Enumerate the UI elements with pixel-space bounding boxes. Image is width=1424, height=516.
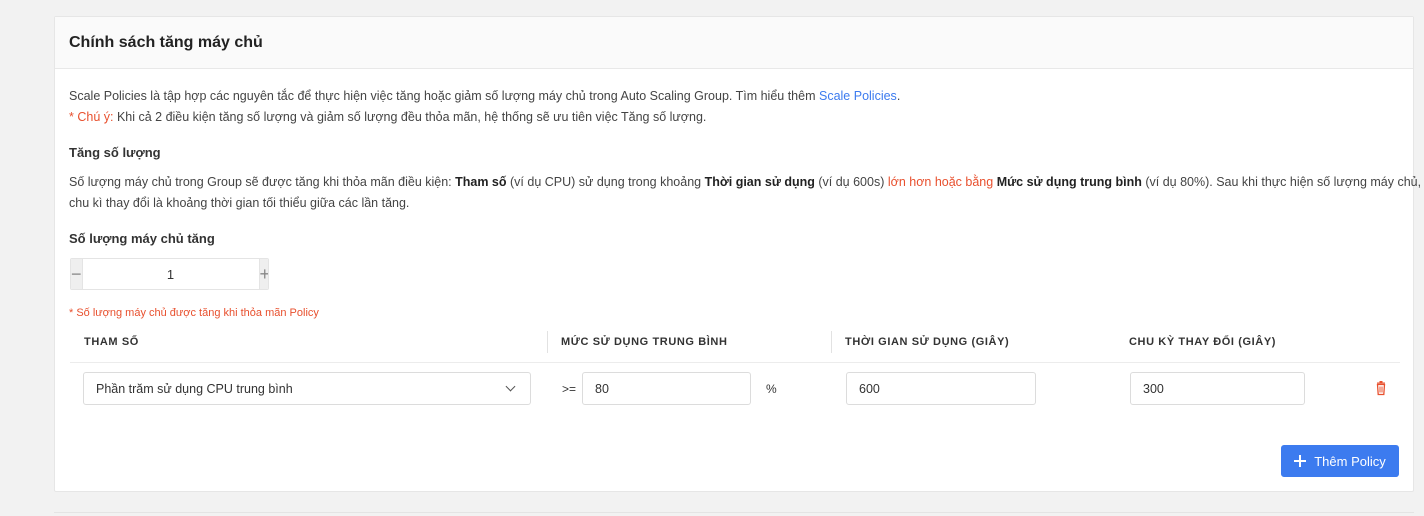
plus-icon	[1294, 455, 1307, 467]
operator-label: >=	[562, 382, 577, 396]
increment-button[interactable]: +	[259, 259, 268, 289]
increase-title: Tăng số lượng	[69, 145, 161, 160]
table-header-divider	[70, 362, 1400, 363]
trash-icon[interactable]	[1373, 380, 1389, 396]
quantity-note: * Số lượng máy chủ được tăng khi thỏa mã…	[69, 307, 319, 319]
scale-policy-card: Chính sách tăng máy chủ Scale Policies l…	[54, 16, 1421, 492]
card-title: Chính sách tăng máy chủ	[69, 33, 263, 51]
header-avg-usage: MỨC SỬ DỤNG TRUNG BÌNH	[561, 336, 728, 348]
avg-usage-input[interactable]	[582, 372, 751, 405]
decrement-button[interactable]: −	[71, 259, 82, 289]
param-select[interactable]: Phần trăm sử dụng CPU trung bình	[83, 372, 531, 405]
header-param: THAM SỐ	[84, 336, 139, 348]
cycle-input[interactable]	[1130, 372, 1305, 405]
chevron-down-icon	[505, 381, 516, 392]
intro-note: * Chú ý: Khi cả 2 điều kiện tăng số lượn…	[69, 110, 707, 124]
scale-policies-link[interactable]: Scale Policies	[819, 89, 897, 103]
duration-input[interactable]	[846, 372, 1036, 405]
card-header: Chính sách tăng máy chủ	[55, 17, 1413, 69]
header-divider	[547, 331, 548, 353]
quantity-stepper: − +	[70, 258, 269, 290]
quantity-label: Số lượng máy chủ tăng	[69, 231, 215, 246]
intro-text: Scale Policies là tập hợp các nguyên tắc…	[69, 89, 901, 103]
increase-description-line2: chu kì thay đổi là khoảng thời gian tối …	[69, 196, 410, 210]
header-divider	[831, 331, 832, 353]
next-card-edge	[54, 512, 1414, 513]
header-duration: THỜI GIAN SỬ DỤNG (GIÂY)	[845, 336, 1010, 348]
quantity-input[interactable]	[81, 259, 260, 289]
add-policy-button[interactable]: Thêm Policy	[1281, 445, 1399, 477]
header-cycle: CHU KỲ THAY ĐỔI (GIÂY)	[1129, 336, 1277, 348]
increase-description: Số lượng máy chủ trong Group sẽ được tăn…	[69, 175, 1422, 189]
percent-unit: %	[766, 382, 777, 396]
